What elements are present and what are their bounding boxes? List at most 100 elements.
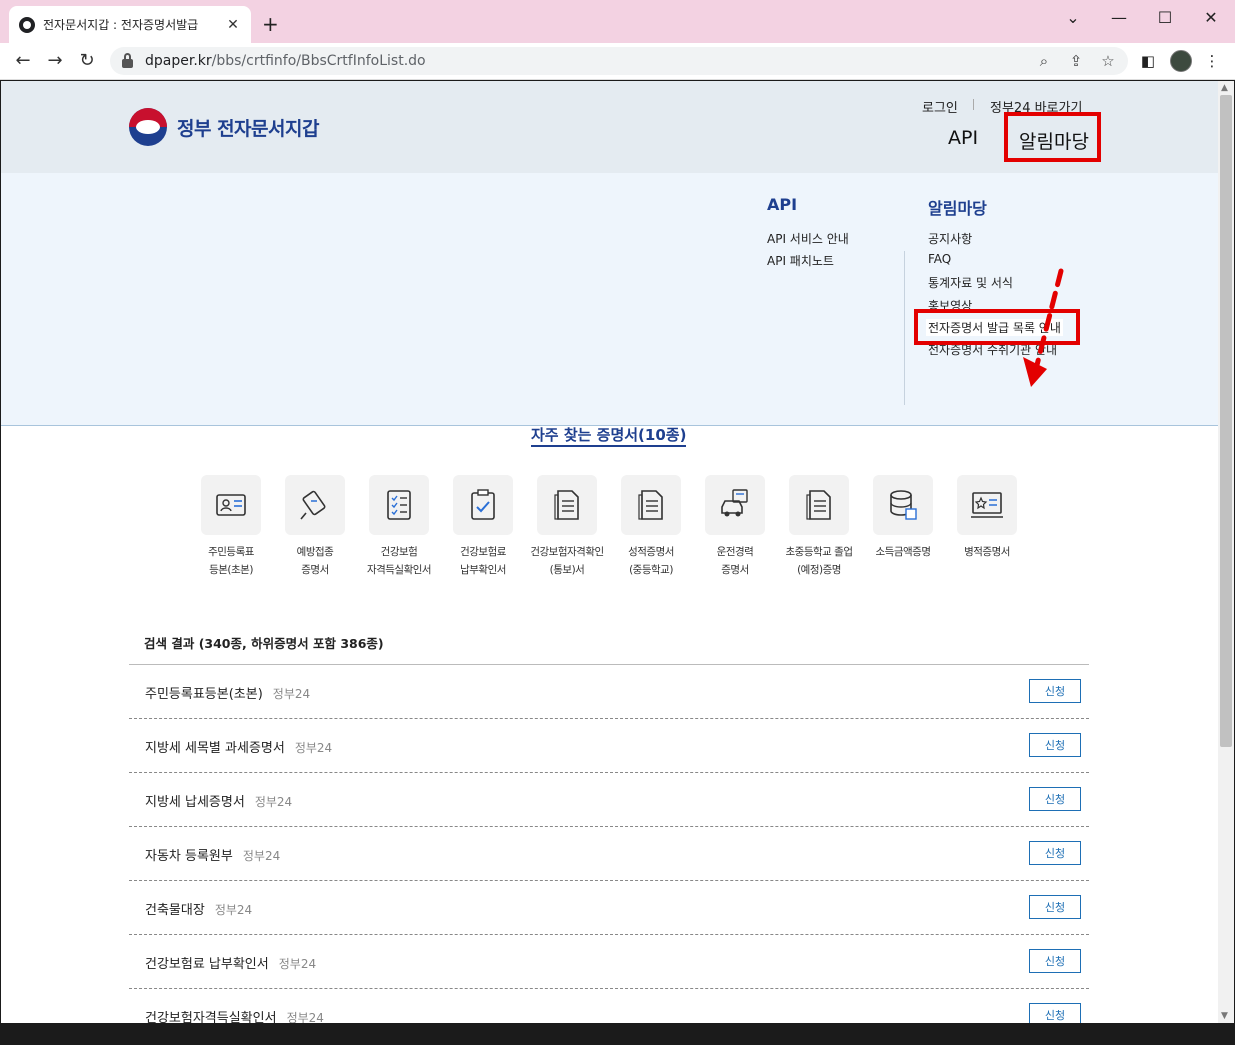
result-agency: 정부24 xyxy=(214,903,253,917)
favorite-item[interactable]: 건강보험자격확인 (통보)서 xyxy=(525,475,609,579)
url-path: /bbs/crtfinfo/BbsCrtfInfoList.do xyxy=(211,53,426,69)
favorite-label: 초중등학교 졸업 (예정)증명 xyxy=(785,546,853,576)
apply-button[interactable]: 신청 xyxy=(1029,733,1081,757)
new-tab-icon[interactable]: + xyxy=(262,12,279,36)
tab-title: 전자문서지갑 : 전자증명서발급 xyxy=(43,18,199,32)
favorite-label: 소득금액증명 xyxy=(875,546,931,558)
maximize-icon[interactable]: ☐ xyxy=(1155,8,1175,27)
nav-api[interactable]: API xyxy=(948,127,978,149)
result-title[interactable]: 지방세 납세증명서 xyxy=(145,795,245,810)
red-dashed-arrow-icon xyxy=(1023,268,1064,387)
result-name[interactable]: 자동차 등록원부 정부24 xyxy=(145,845,280,864)
results-summary: 검색 결과 (340종, 하위증명서 포함 386종) xyxy=(144,636,384,651)
result-row: 건강보험료 납부확인서 정부24 신청 xyxy=(129,935,1089,989)
site-favicon-icon xyxy=(19,16,35,33)
result-agency: 정부24 xyxy=(286,1011,324,1023)
url-host: dpaper.kr xyxy=(145,53,212,69)
favorite-label: 병적증명서 xyxy=(964,546,1010,558)
address-bar[interactable]: dpaper.kr/bbs/crtfinfo/BbsCrtfInfoList.d… xyxy=(110,47,1128,75)
car-icon xyxy=(705,475,765,535)
result-title[interactable]: 건강보험자격득실확인서 xyxy=(145,1011,277,1023)
scroll-down-icon[interactable]: ▼ xyxy=(1221,1011,1228,1021)
result-name[interactable]: 주민등록표등본(초본) 정부24 xyxy=(145,683,310,702)
monitor-star-icon xyxy=(957,475,1017,535)
forward-icon[interactable]: → xyxy=(44,50,66,71)
result-title[interactable]: 주민등록표등본(초본) xyxy=(145,687,263,702)
favorite-item[interactable]: 건강보험 자격득실확인서 xyxy=(357,475,441,579)
favorite-item[interactable]: 소득금액증명 xyxy=(861,475,945,561)
favorite-item[interactable]: 병적증명서 xyxy=(945,475,1029,561)
result-name[interactable]: 건강보험료 납부확인서 정부24 xyxy=(145,953,316,972)
coins-icon xyxy=(873,475,933,535)
site-header: 정부 전자문서지갑 로그인 정부24 바로가기 API 알림마당 xyxy=(1,81,1218,173)
apply-button[interactable]: 신청 xyxy=(1029,787,1081,811)
os-taskbar xyxy=(0,1023,1235,1045)
result-name[interactable]: 지방세 세목별 과세증명서 정부24 xyxy=(145,737,332,756)
browser-tab[interactable]: 전자문서지갑 : 전자증명서발급 ✕ xyxy=(9,6,251,43)
favorite-item[interactable]: 성적증명서 (중등학교) xyxy=(609,475,693,579)
scroll-thumb[interactable] xyxy=(1220,95,1232,747)
back-icon[interactable]: ← xyxy=(12,50,34,71)
site-logo[interactable]: 정부 전자문서지갑 xyxy=(129,108,319,146)
mega-notice-title[interactable]: 알림마당 xyxy=(928,195,987,219)
apply-button[interactable]: 신청 xyxy=(1029,949,1081,973)
apply-button[interactable]: 신청 xyxy=(1029,841,1081,865)
result-row: 건강보험자격득실확인서 정부24 신청 xyxy=(129,989,1089,1023)
result-row: 주민등록표등본(초본) 정부24 신청 xyxy=(129,665,1089,719)
favorite-label: 예방접종 증명서 xyxy=(296,546,334,576)
minimize-icon[interactable]: — xyxy=(1109,8,1129,27)
tab-close-icon[interactable]: ✕ xyxy=(225,17,241,33)
mega-menu: API API 서비스 안내 API 패치노트 알림마당 공지사항 FAQ 통계… xyxy=(1,173,1218,426)
result-row: 지방세 납세증명서 정부24 신청 xyxy=(129,773,1089,827)
syringe-icon xyxy=(285,475,345,535)
browser-toolbar: ← → ↻ dpaper.kr/bbs/crtfinfo/BbsCrtfInfo… xyxy=(0,43,1235,80)
login-link[interactable]: 로그인 xyxy=(922,97,958,116)
result-title[interactable]: 건강보험료 납부확인서 xyxy=(145,957,269,972)
checklist-icon xyxy=(369,475,429,535)
menu-faq[interactable]: FAQ xyxy=(928,252,951,266)
zoom-icon[interactable]: ⌕ xyxy=(1034,52,1054,70)
favorites-title: 자주 찾는 증명서(10종) xyxy=(531,424,687,447)
menu-stats-forms[interactable]: 통계자료 및 서식 xyxy=(928,274,1013,291)
menu-api-patchnote[interactable]: API 패치노트 xyxy=(767,252,834,269)
apply-button[interactable]: 신청 xyxy=(1029,1003,1081,1023)
mega-api-title[interactable]: API xyxy=(767,195,797,214)
star-icon[interactable]: ☆ xyxy=(1098,52,1118,70)
favorite-label: 건강보험 자격득실확인서 xyxy=(366,546,432,576)
menu-api-service[interactable]: API 서비스 안내 xyxy=(767,230,849,247)
favorite-item[interactable]: 건강보험료 납부확인서 xyxy=(441,475,525,579)
highlight-box-nav-notice xyxy=(1004,112,1101,162)
logo-text: 정부 전자문서지갑 xyxy=(177,117,319,140)
share-icon[interactable]: ⇪ xyxy=(1066,52,1086,70)
window-close-icon[interactable]: ✕ xyxy=(1201,8,1221,27)
result-title[interactable]: 지방세 세목별 과세증명서 xyxy=(145,741,285,756)
reload-icon[interactable]: ↻ xyxy=(76,50,98,71)
menu-icon[interactable]: ⋮ xyxy=(1202,52,1222,70)
result-agency: 정부24 xyxy=(272,687,311,701)
apply-button[interactable]: 신청 xyxy=(1029,679,1081,703)
favorite-label: 운전경력 증명서 xyxy=(716,546,754,576)
favorite-item[interactable]: 주민등록표 등본(초본) xyxy=(189,475,273,579)
apply-button[interactable]: 신청 xyxy=(1029,895,1081,919)
menu-notice[interactable]: 공지사항 xyxy=(928,230,972,247)
favorite-item[interactable]: 예방접종 증명서 xyxy=(273,475,357,579)
result-agency: 정부24 xyxy=(254,795,293,809)
result-row: 자동차 등록원부 정부24 신청 xyxy=(129,827,1089,881)
favorite-label: 성적증명서 (중등학교) xyxy=(628,546,674,576)
result-name[interactable]: 지방세 납세증명서 정부24 xyxy=(145,791,292,810)
result-name[interactable]: 건축물대장 정부24 xyxy=(145,899,252,918)
favorite-label: 건강보험료 납부확인서 xyxy=(460,546,506,576)
profile-avatar[interactable] xyxy=(1170,50,1192,72)
document-icon xyxy=(621,475,681,535)
result-name[interactable]: 건강보험자격득실확인서 정부24 xyxy=(145,1007,324,1023)
scroll-up-icon[interactable]: ▲ xyxy=(1221,83,1228,93)
lock-icon[interactable] xyxy=(122,52,133,68)
util-divider xyxy=(973,99,974,110)
tab-search-icon[interactable]: ⌄ xyxy=(1063,8,1083,27)
favorite-item[interactable]: 초중등학교 졸업 (예정)증명 xyxy=(777,475,861,579)
page-scrollbar[interactable]: ▲ ▼ xyxy=(1218,81,1234,1023)
result-title[interactable]: 건축물대장 xyxy=(145,903,205,918)
sidepanel-icon[interactable]: ◧ xyxy=(1138,52,1158,70)
favorite-item[interactable]: 운전경력 증명서 xyxy=(693,475,777,579)
result-title[interactable]: 자동차 등록원부 xyxy=(145,849,233,864)
